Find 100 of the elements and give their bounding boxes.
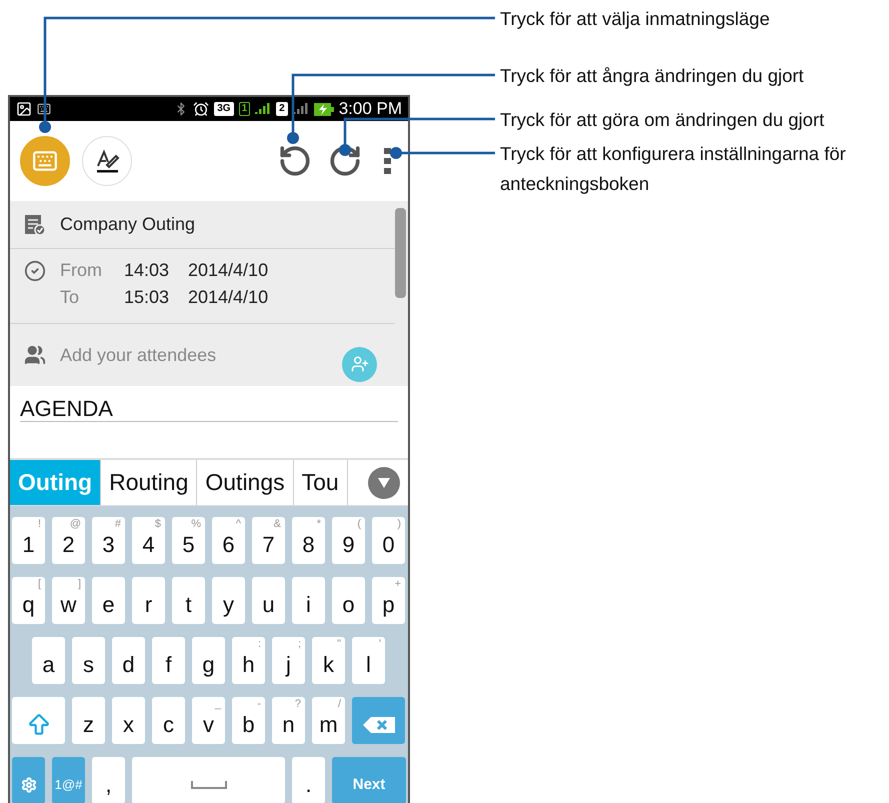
scrollbar[interactable] xyxy=(395,208,406,298)
key-hint: ; xyxy=(298,638,301,650)
keyboard-key[interactable]: 5 % xyxy=(172,517,205,564)
signal-icon xyxy=(292,102,309,116)
keyboard-key[interactable]: 1 ! xyxy=(12,517,45,564)
expand-suggestions-button[interactable] xyxy=(368,466,400,498)
add-person-icon xyxy=(350,355,368,373)
event-icon xyxy=(24,214,46,236)
callout-text: Tryck för att ångra ändringen du gjort xyxy=(500,64,805,88)
image-icon xyxy=(16,101,32,117)
keyboard-key[interactable]: i xyxy=(292,577,325,624)
date-value[interactable]: 2014/4/10 xyxy=(188,287,268,308)
battery-icon xyxy=(314,102,334,116)
keyboard-key[interactable]: l ' xyxy=(352,637,385,684)
keyboard-key[interactable]: k " xyxy=(312,637,345,684)
keyboard-key[interactable]: 9 ( xyxy=(332,517,365,564)
key-hint: % xyxy=(191,518,201,530)
keyboard-key[interactable]: , xyxy=(92,757,125,803)
callout-text: Tryck för att göra om ändringen du gjort xyxy=(500,108,826,132)
key-hint: - xyxy=(257,698,261,710)
add-attendee-button[interactable] xyxy=(342,346,377,382)
keyboard-key[interactable]: r xyxy=(132,577,165,624)
backspace-key[interactable] xyxy=(352,697,405,744)
key-hint: ( xyxy=(357,518,361,530)
keyboard-key[interactable]: f xyxy=(152,637,185,684)
key-hint: ! xyxy=(38,518,41,530)
keyboard-key[interactable]: 7 & xyxy=(252,517,285,564)
keyboard-key[interactable]: . xyxy=(292,757,325,803)
space-icon xyxy=(190,780,226,790)
time-label: To xyxy=(60,287,80,308)
pen-icon xyxy=(94,148,120,174)
sim-label: 2 xyxy=(276,102,288,116)
keyboard-key[interactable]: g xyxy=(192,637,225,684)
clock-check-icon xyxy=(24,260,46,282)
key-hint: : xyxy=(258,638,261,650)
keyboard-key[interactable]: j ; xyxy=(272,637,305,684)
menu-button[interactable] xyxy=(384,148,392,174)
keyboard-key[interactable]: y xyxy=(212,577,245,624)
keyboard-key[interactable]: 4 $ xyxy=(132,517,165,564)
callout-text: Tryck för att välja inmatningsläge xyxy=(500,7,771,31)
word-suggestion[interactable]: Tou xyxy=(294,460,348,505)
key-hint: _ xyxy=(214,698,221,710)
keyboard-key[interactable]: d xyxy=(112,637,145,684)
key-hint: * xyxy=(316,518,321,530)
people-icon xyxy=(24,344,46,366)
key-hint: / xyxy=(338,698,341,710)
keyboard-key[interactable]: x xyxy=(112,697,145,744)
menu-icon xyxy=(384,148,392,174)
note-text-field[interactable]: AGENDA xyxy=(20,396,398,422)
signal-icon xyxy=(255,102,272,116)
backspace-icon xyxy=(362,716,396,734)
keyboard-key[interactable]: t xyxy=(172,577,205,624)
keyboard-key[interactable]: a xyxy=(32,637,65,684)
keyboard-key[interactable]: w ] xyxy=(52,577,85,624)
keyboard-key[interactable]: 8 * xyxy=(292,517,325,564)
keyboard-key[interactable]: 0 ) xyxy=(372,517,405,564)
key-hint: ] xyxy=(78,578,81,590)
key-hint: ) xyxy=(397,518,401,530)
keyboard-key[interactable]: e xyxy=(92,577,125,624)
key-hint: @ xyxy=(70,518,81,530)
shift-key[interactable] xyxy=(12,697,65,744)
keyboard-key[interactable]: m / xyxy=(312,697,345,744)
key-hint: ^ xyxy=(236,518,241,530)
keyboard-key[interactable]: q [ xyxy=(12,577,45,624)
keyboard-key[interactable]: v _ xyxy=(192,697,225,744)
keyboard-key[interactable]: 2 @ xyxy=(52,517,85,564)
keyboard-key[interactable]: n ? xyxy=(272,697,305,744)
keyboard-key[interactable]: 6 ^ xyxy=(212,517,245,564)
network-label: 3G xyxy=(214,102,234,116)
keyboard-mode-button[interactable] xyxy=(20,136,70,186)
settings-key[interactable] xyxy=(12,757,45,803)
time-value[interactable]: 15:03 xyxy=(124,287,188,308)
key-hint: + xyxy=(394,578,401,590)
keyboard-key[interactable]: h : xyxy=(232,637,265,684)
keyboard-key[interactable]: c xyxy=(152,697,185,744)
undo-icon xyxy=(278,144,312,178)
keyboard-key[interactable]: z xyxy=(72,697,105,744)
handwriting-mode-button[interactable] xyxy=(82,136,132,186)
keyboard-key[interactable]: b - xyxy=(232,697,265,744)
keyboard-key[interactable]: s xyxy=(72,637,105,684)
key-hint: [ xyxy=(38,578,41,590)
keyboard-key[interactable]: u xyxy=(252,577,285,624)
settings-icon xyxy=(20,776,36,792)
redo-icon xyxy=(328,144,362,178)
key-hint: # xyxy=(114,518,121,530)
keyboard-key[interactable]: o xyxy=(332,577,365,624)
undo-button[interactable] xyxy=(278,144,312,178)
key-hint: " xyxy=(337,638,341,650)
date-value[interactable]: 2014/4/10 xyxy=(188,260,268,281)
redo-button[interactable] xyxy=(328,144,362,178)
key-hint: ? xyxy=(294,698,301,710)
keyboard-key[interactable]: 3 # xyxy=(92,517,125,564)
sim-label: 1 xyxy=(238,102,250,116)
key-hint: & xyxy=(274,518,281,530)
key-hint: $ xyxy=(154,518,161,530)
key-hint: ' xyxy=(378,638,381,650)
triangle-down-icon xyxy=(377,476,391,488)
keyboard-key[interactable]: p + xyxy=(372,577,405,624)
time-value[interactable]: 14:03 xyxy=(124,260,188,281)
time-label: From xyxy=(60,260,103,281)
